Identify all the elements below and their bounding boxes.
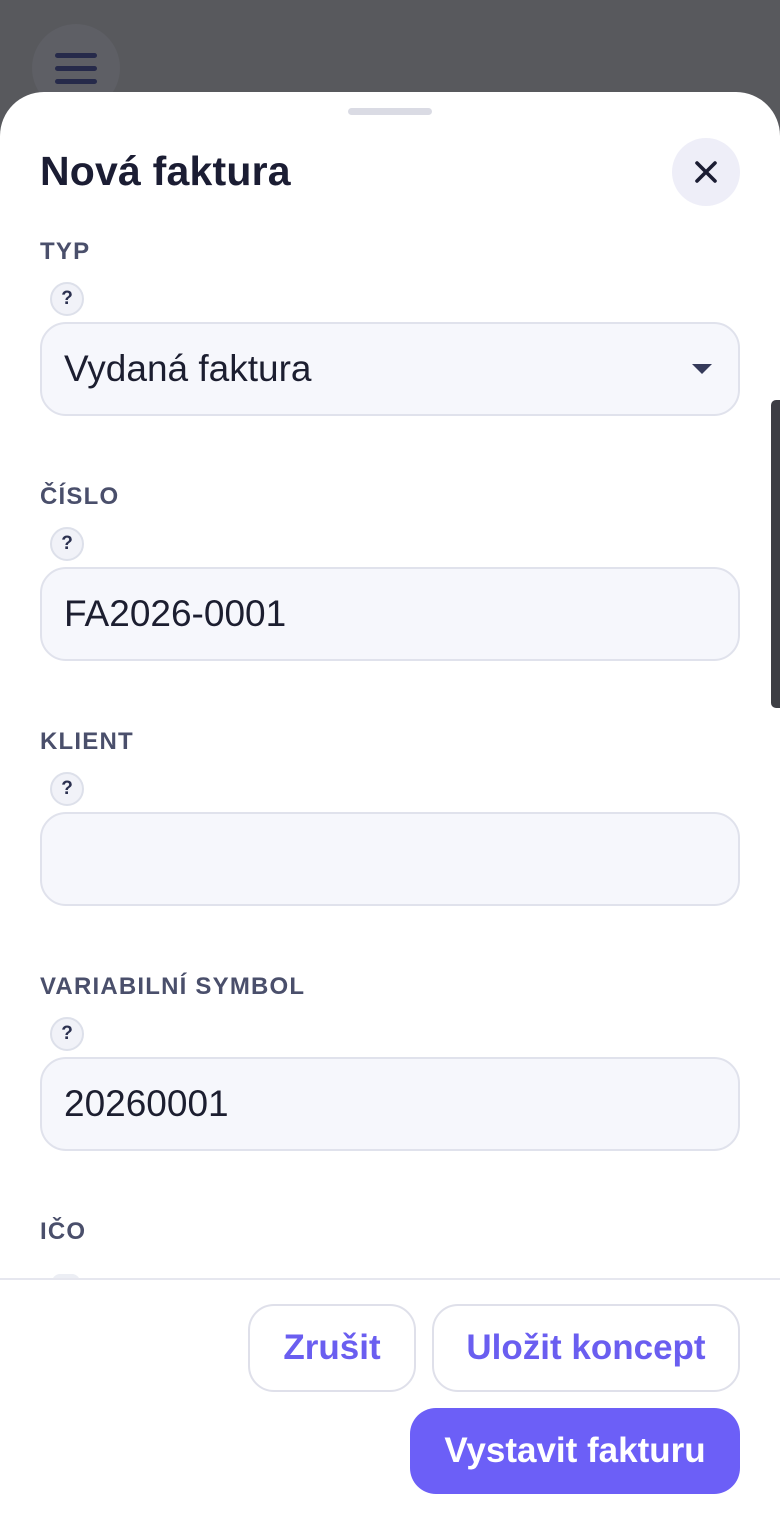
help-icon[interactable]: ? (50, 772, 84, 806)
hamburger-menu-icon (55, 52, 97, 84)
help-icon[interactable]: ? (50, 527, 84, 561)
help-icon[interactable]: ? (50, 282, 84, 316)
field-label-variable-symbol: VARIABILNÍ SYMBOL (40, 973, 306, 1000)
invoice-number-input[interactable]: FA2026-0001 (40, 567, 740, 661)
field-label-number: ČÍSLO (40, 483, 120, 510)
field-label-type: TYP (40, 238, 91, 265)
field-client: KLIENT ? (40, 728, 740, 906)
field-type: TYP ? Vydaná faktura (40, 238, 740, 416)
variable-symbol-value: 20260001 (64, 1083, 229, 1124)
scrollbar[interactable] (771, 400, 780, 708)
field-number: ČÍSLO ? FA2026-0001 (40, 483, 740, 661)
save-draft-button[interactable]: Uložit koncept (432, 1304, 740, 1392)
type-select[interactable]: Vydaná faktura (40, 322, 740, 416)
close-button[interactable] (672, 138, 740, 206)
drag-handle[interactable] (348, 108, 432, 115)
sheet-title: Nová faktura (40, 148, 291, 194)
field-variable-symbol: VARIABILNÍ SYMBOL ? 20260001 (40, 973, 740, 1151)
close-icon (695, 161, 717, 183)
sheet-footer: Zrušit Uložit koncept Vystavit fakturu (0, 1278, 780, 1526)
invoice-number-value: FA2026-0001 (64, 593, 287, 634)
chevron-down-icon (692, 364, 712, 374)
type-select-value: Vydaná faktura (64, 348, 312, 389)
client-input[interactable] (40, 812, 740, 906)
variable-symbol-input[interactable]: 20260001 (40, 1057, 740, 1151)
issue-invoice-button[interactable]: Vystavit fakturu (410, 1408, 740, 1494)
field-label-client: KLIENT (40, 728, 134, 755)
cancel-button[interactable]: Zrušit (248, 1304, 416, 1392)
field-label-ico: IČO (40, 1218, 87, 1245)
field-ico: IČO (40, 1218, 740, 1246)
help-icon[interactable]: ? (50, 1017, 84, 1051)
new-invoice-sheet: Nová faktura TYP ? Vydaná faktura ČÍSLO … (0, 92, 780, 1526)
